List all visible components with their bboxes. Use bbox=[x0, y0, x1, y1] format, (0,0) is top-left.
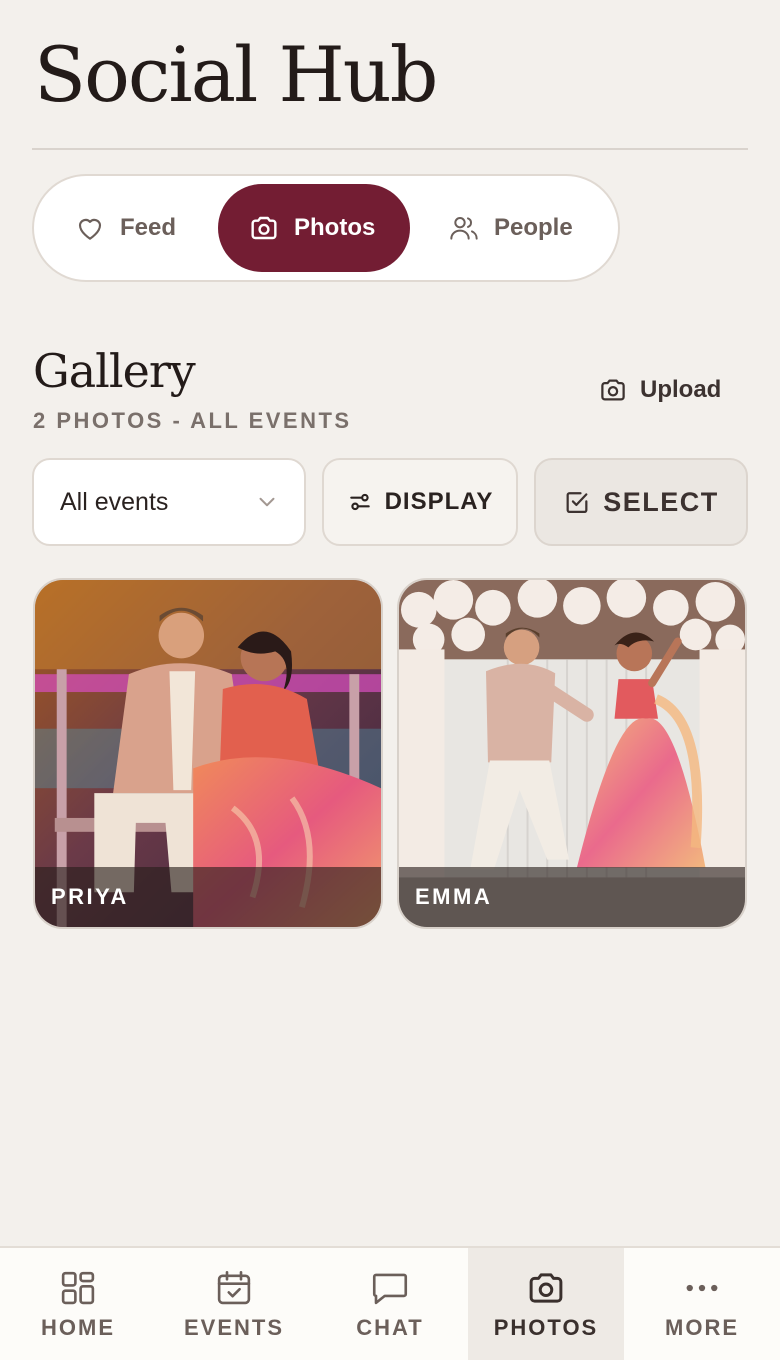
sliders-icon bbox=[349, 493, 370, 511]
camera-icon bbox=[601, 379, 625, 401]
gallery-subtitle: 2 PHOTOS - ALL EVENTS bbox=[33, 408, 352, 433]
tab-photos[interactable]: Photos bbox=[218, 184, 410, 272]
tab-photos-label: Photos bbox=[294, 214, 376, 241]
display-label: DISPLAY bbox=[384, 488, 494, 515]
nav-more-label: MORE bbox=[665, 1315, 739, 1340]
nav-photos-label: PHOTOS bbox=[493, 1315, 599, 1340]
upload-button[interactable]: Upload bbox=[598, 372, 721, 408]
photo-caption: EMMA bbox=[399, 867, 745, 927]
nav-photos[interactable]: PHOTOS bbox=[468, 1248, 624, 1360]
social-hub-page: Social Hub Feed Photos People Gallery 2 … bbox=[0, 0, 780, 1360]
chevron-down-icon bbox=[259, 497, 275, 507]
camera-icon bbox=[251, 216, 277, 240]
people-icon bbox=[450, 217, 478, 240]
tab-people-label: People bbox=[494, 214, 573, 241]
nav-events[interactable]: EVENTS bbox=[156, 1248, 312, 1360]
page-title: Social Hub bbox=[34, 30, 438, 119]
chat-bubble-icon bbox=[372, 1273, 408, 1305]
title-divider bbox=[32, 148, 748, 150]
bottom-navigation: HOME EVENTS CHAT PHOTOS MORE bbox=[0, 1246, 780, 1360]
nav-home[interactable]: HOME bbox=[0, 1248, 156, 1360]
nav-chat-label: CHAT bbox=[356, 1315, 424, 1340]
more-dots-icon bbox=[686, 1284, 718, 1292]
nav-home-label: HOME bbox=[41, 1315, 115, 1340]
gallery-title: Gallery bbox=[33, 344, 196, 398]
calendar-check-icon bbox=[217, 1270, 251, 1305]
photo-card[interactable]: EMMA bbox=[397, 578, 747, 929]
nav-more[interactable]: MORE bbox=[624, 1248, 780, 1360]
checkbox-icon bbox=[566, 492, 588, 514]
tab-feed-label: Feed bbox=[120, 214, 177, 241]
nav-chat[interactable]: CHAT bbox=[312, 1248, 468, 1360]
event-filter-value: All events bbox=[60, 487, 169, 516]
upload-label: Upload bbox=[640, 376, 722, 403]
select-label: SELECT bbox=[603, 486, 719, 517]
event-filter-select[interactable]: All events bbox=[32, 458, 306, 546]
select-button[interactable]: SELECT bbox=[534, 458, 748, 546]
section-tabs: Feed Photos People bbox=[32, 174, 620, 282]
heart-icon bbox=[78, 218, 102, 240]
tab-people[interactable]: People bbox=[418, 184, 608, 272]
grid-icon bbox=[61, 1271, 95, 1305]
photo-caption: PRIYA bbox=[35, 867, 381, 927]
photo-card[interactable]: PRIYA bbox=[33, 578, 383, 929]
camera-icon bbox=[529, 1273, 563, 1303]
tab-feed[interactable]: Feed bbox=[44, 184, 220, 272]
display-button[interactable]: DISPLAY bbox=[322, 458, 518, 546]
nav-events-label: EVENTS bbox=[183, 1315, 285, 1340]
